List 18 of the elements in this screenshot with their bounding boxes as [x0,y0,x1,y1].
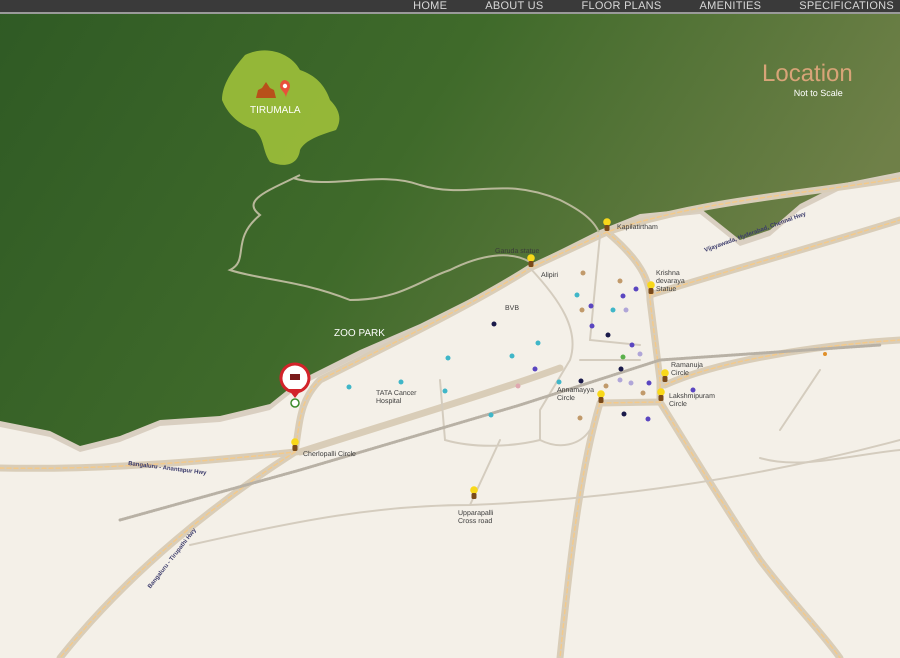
nav-link[interactable]: HOME [413,0,448,12]
nav-link[interactable]: FLOOR PLANS [581,0,662,12]
bulb-pin-icon [603,218,611,232]
nav-link[interactable]: AMENITIES [700,0,762,12]
area-label: ZOO PARK [334,328,385,340]
map-title: Location [762,60,853,88]
bulb-pin-icon [597,390,605,404]
nav-link[interactable]: SPECIFICATIONS [799,0,894,12]
bulb-pin-icon [527,254,535,268]
bulb-pin-icon [661,369,669,383]
project-location-pin-icon [279,362,311,408]
scale-note: Not to Scale [794,88,843,98]
bulb-pin-icon [291,438,299,452]
nav-link[interactable]: ABOUT US [485,0,544,12]
bulb-pin-icon [657,388,665,402]
bulb-pin-icon [470,486,478,500]
bulb-pin-icon [647,281,655,295]
area-label: TIRUMALA [250,105,301,117]
